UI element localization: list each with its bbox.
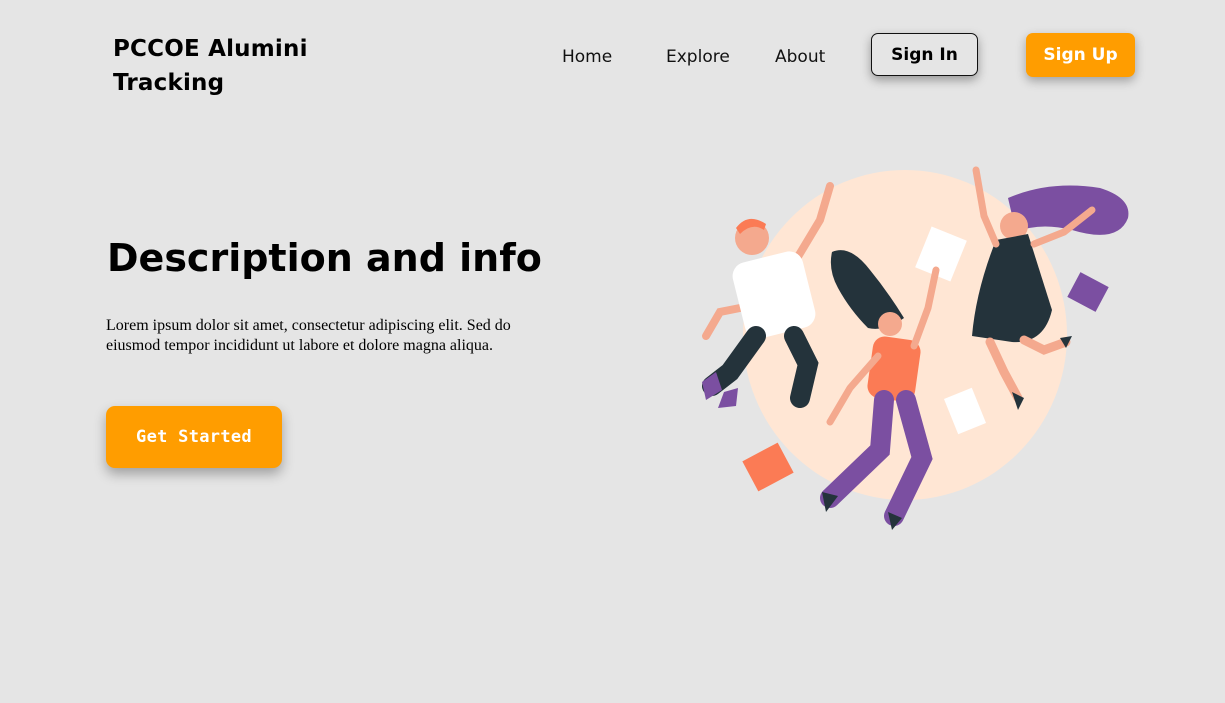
brand-title: PCCOE Alumini Tracking xyxy=(113,36,308,96)
book-purple xyxy=(1067,272,1109,312)
hero-description: Lorem ipsum dolor sit amet, consectetur … xyxy=(106,317,511,354)
get-started-button[interactable]: Get Started xyxy=(106,406,282,468)
sign-in-button[interactable]: Sign In xyxy=(871,33,978,76)
sign-up-button[interactable]: Sign Up xyxy=(1026,33,1135,77)
nav-home-link[interactable]: Home xyxy=(562,44,612,70)
book-coral xyxy=(742,442,794,492)
jumping-people-illustration xyxy=(702,166,1129,530)
nav-explore-link[interactable]: Explore xyxy=(666,44,730,70)
nav-about-link[interactable]: About xyxy=(775,44,825,70)
hero-title: Description and info xyxy=(107,236,542,280)
